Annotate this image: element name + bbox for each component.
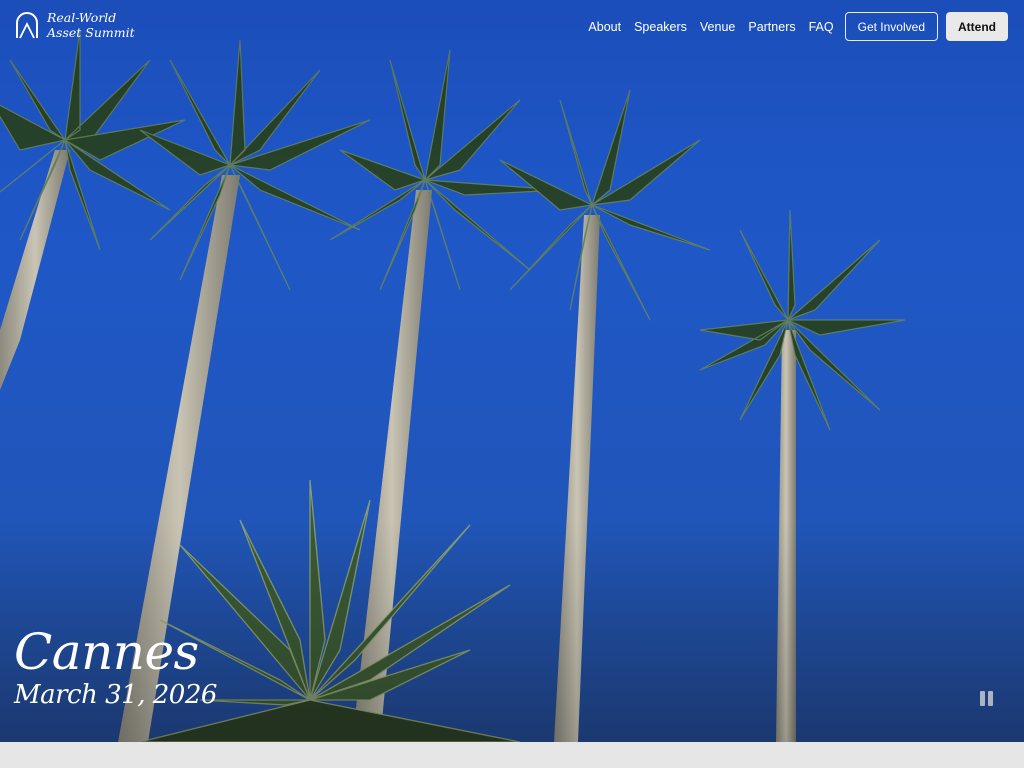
pause-icon bbox=[979, 690, 985, 706]
brand-logo-link[interactable]: Real-World Asset Summit bbox=[14, 10, 135, 40]
nav-link-partners[interactable]: Partners bbox=[748, 13, 795, 41]
nav-link-speakers[interactable]: Speakers bbox=[634, 13, 687, 41]
hero-section: Real-World Asset Summit About Speakers V… bbox=[0, 0, 1024, 742]
page-content-band bbox=[0, 742, 1024, 768]
event-city: Cannes bbox=[14, 623, 199, 681]
brand-line-1: Real-World bbox=[47, 10, 117, 25]
attend-button[interactable]: Attend bbox=[946, 12, 1008, 41]
arch-logo-icon bbox=[16, 12, 38, 39]
nav-link-about[interactable]: About bbox=[588, 13, 621, 41]
nav-link-faq[interactable]: FAQ bbox=[809, 13, 834, 41]
event-date: March 31, 2026 bbox=[14, 680, 217, 710]
video-pause-button[interactable] bbox=[976, 688, 996, 708]
main-nav: About Speakers Venue Partners FAQ Get In… bbox=[588, 12, 1008, 41]
brand-line-2: Asset Summit bbox=[47, 25, 135, 40]
brand-name: Real-World Asset Summit bbox=[47, 10, 135, 40]
nav-link-venue[interactable]: Venue bbox=[700, 13, 735, 41]
get-involved-button[interactable]: Get Involved bbox=[844, 12, 938, 41]
hero-headline: Cannes March 31, 2026 bbox=[14, 622, 217, 710]
pause-icon-bar bbox=[987, 690, 993, 706]
